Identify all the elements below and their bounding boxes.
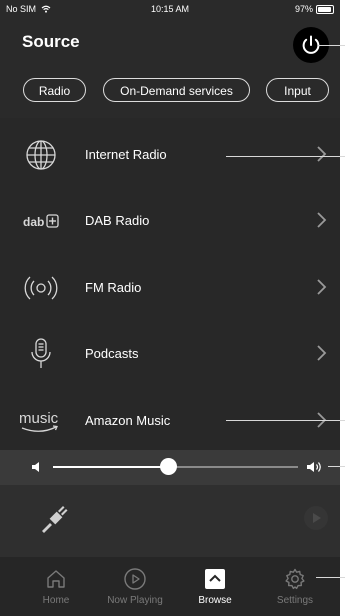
chevron-right-icon [317, 345, 327, 361]
source-item-dab-radio[interactable]: dab DAB Radio [0, 188, 340, 254]
source-item-podcasts[interactable]: Podcasts [0, 321, 340, 387]
battery-indicator: 97% [295, 4, 334, 14]
tab-label: Browse [198, 595, 232, 606]
input-cable-icon [42, 506, 68, 533]
mini-player [0, 485, 340, 557]
source-label: Amazon Music [85, 413, 171, 428]
source-label: FM Radio [85, 280, 142, 295]
annotation-line [226, 420, 345, 421]
chevron-right-icon [317, 279, 327, 295]
play-button[interactable] [303, 505, 329, 531]
chevron-right-icon [317, 146, 327, 162]
radio-waves-icon [24, 276, 58, 300]
amazon-music-icon: music [19, 410, 59, 432]
volume-low-icon [32, 462, 39, 472]
source-item-amazon-music[interactable]: music Amazon Music [0, 388, 340, 454]
play-circle-icon [124, 568, 146, 590]
annotation-line [316, 577, 345, 578]
tab-home[interactable]: Home [16, 557, 96, 616]
tab-browse[interactable]: Browse [175, 557, 255, 616]
annotation-line [318, 45, 345, 46]
dab-icon: dab [23, 214, 59, 229]
app-screen: No SIM 10:15 AM 97% Source Radio On-Dema… [0, 0, 340, 616]
globe-icon [26, 140, 56, 170]
page-title: Source [22, 32, 80, 51]
volume-fill [53, 466, 169, 468]
gear-icon [285, 568, 305, 590]
tab-on-demand-services[interactable]: On-Demand services [103, 78, 250, 102]
volume-slider-thumb[interactable] [159, 458, 177, 475]
annotation-line [328, 466, 345, 467]
dab-icon-text: dab [23, 215, 44, 229]
status-bar: No SIM 10:15 AM 97% [0, 0, 340, 18]
tab-input[interactable]: Input [266, 78, 329, 102]
source-label: DAB Radio [85, 213, 150, 228]
source-item-fm-radio[interactable]: FM Radio [0, 255, 340, 321]
source-list: Internet Radio dab DAB Radio FM Radio Po… [0, 118, 340, 450]
source-label: Internet Radio [85, 147, 167, 162]
tab-radio[interactable]: Radio [23, 78, 86, 102]
battery-percent: 97% [294, 4, 313, 14]
battery-icon [316, 4, 334, 14]
browse-icon [205, 569, 225, 589]
annotation-line [226, 156, 345, 157]
bottom-tab-bar: Home Now Playing Browse Settings [0, 557, 340, 616]
tab-label: Now Playing [107, 595, 163, 606]
tab-now-playing[interactable]: Now Playing [95, 557, 175, 616]
tab-settings[interactable]: Settings [255, 557, 335, 616]
volume-high-icon [307, 462, 321, 472]
chevron-right-icon [317, 212, 327, 228]
amazon-music-icon-text: music [19, 410, 59, 427]
tab-label: Settings [276, 595, 314, 606]
microphone-icon [31, 338, 51, 368]
home-icon [47, 570, 65, 588]
source-label: Podcasts [85, 346, 139, 361]
volume-bar [0, 450, 340, 485]
clock: 10:15 AM [150, 4, 190, 14]
tab-label: Home [42, 595, 70, 606]
source-item-internet-radio[interactable]: Internet Radio [0, 122, 340, 188]
